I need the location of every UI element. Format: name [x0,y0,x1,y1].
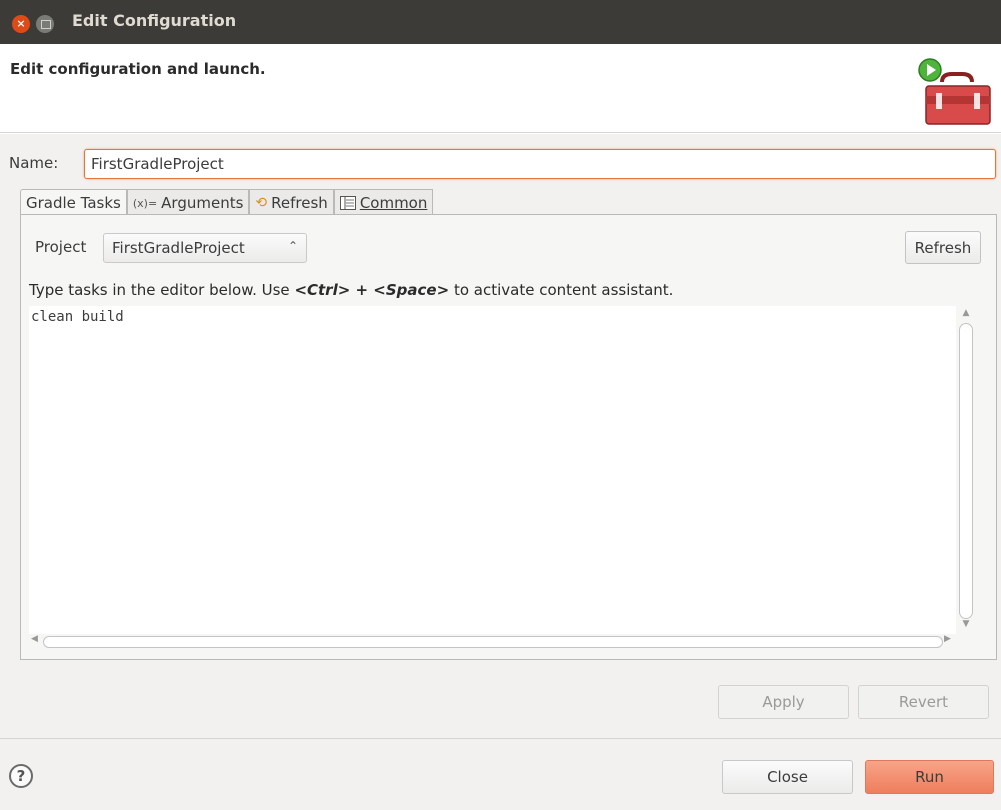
help-icon[interactable]: ? [9,764,33,788]
tab-strip: Gradle Tasks (x)= Arguments ⟲ Refresh Co… [20,189,434,214]
footer-separator [0,738,1001,739]
tab-label: Arguments [161,194,244,212]
tab-label: Common [359,194,428,212]
tab-common[interactable]: Common [333,189,434,214]
horizontal-scroll-track[interactable] [43,636,943,648]
editor-hint: Type tasks in the editor below. Use <Ctr… [29,281,673,299]
window-minimize-button[interactable] [36,15,54,33]
editor-vertical-scrollbar[interactable]: ▲ ▼ [956,306,976,634]
tasks-editor[interactable]: clean build [29,306,956,634]
common-icon [339,196,356,210]
refresh-icon: ⟲ [255,195,268,211]
window-title: Edit Configuration [72,11,237,30]
tab-arguments[interactable]: (x)= Arguments [126,189,250,214]
project-select-value: FirstGradleProject [112,239,245,257]
close-button[interactable]: Close [722,760,853,794]
editor-horizontal-scrollbar[interactable]: ◀ ▶ [29,634,956,650]
dialog-header: Edit configuration and launch. [0,44,1001,133]
scroll-down-icon[interactable]: ▼ [959,619,973,633]
project-label: Project [35,238,87,256]
hint-prefix: Type tasks in the editor below. Use [29,281,295,299]
tab-label: Gradle Tasks [26,194,121,212]
window-titlebar: × Edit Configuration [0,0,1001,44]
vertical-scroll-track[interactable] [959,323,973,619]
arguments-icon: (x)= [132,196,158,210]
hint-keys: <Ctrl> + <Space> [294,281,450,299]
tab-label: Refresh [271,194,328,212]
hint-suffix: to activate content assistant. [449,281,674,299]
project-select[interactable]: FirstGradleProject ⌃ [103,233,307,263]
scroll-left-icon[interactable]: ◀ [31,634,38,644]
header-message: Edit configuration and launch. [10,60,266,78]
refresh-button[interactable]: Refresh [905,231,981,264]
name-label: Name: [9,154,59,172]
scroll-up-icon[interactable]: ▲ [959,308,973,322]
name-input[interactable] [84,149,996,179]
scroll-right-icon[interactable]: ▶ [944,634,951,644]
tab-refresh[interactable]: ⟲ Refresh [249,189,334,214]
tab-gradle-tasks[interactable]: Gradle Tasks [20,189,127,214]
window-close-button[interactable]: × [12,15,30,33]
revert-button[interactable]: Revert [858,685,989,719]
run-button[interactable]: Run [865,760,994,794]
toolbox-launch-icon [918,58,991,125]
apply-button[interactable]: Apply [718,685,849,719]
spinner-arrows-icon: ⌃ [287,239,298,253]
